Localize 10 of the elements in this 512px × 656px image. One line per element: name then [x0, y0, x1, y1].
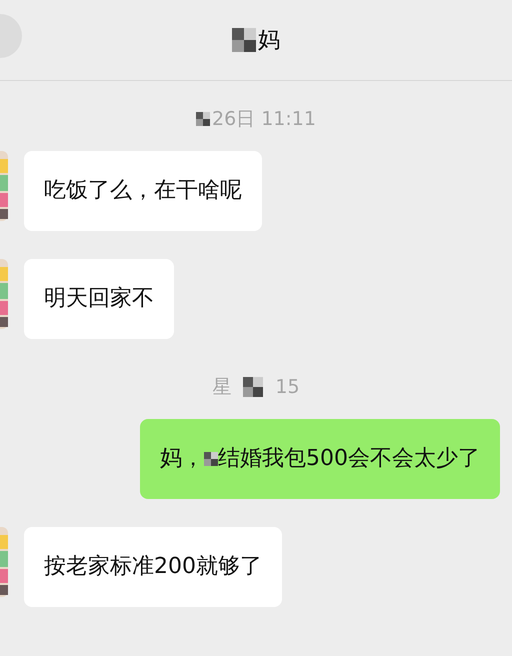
timestamp: 星 [212, 375, 232, 400]
message-bubble: 按老家标准200就够了 [24, 527, 282, 607]
message-bubble: 妈， 结婚我包500会不会太少了 [140, 419, 500, 499]
timestamp: 15 [275, 376, 300, 398]
censor-mosaic [232, 27, 256, 53]
chat-title: 妈 [258, 27, 280, 55]
timestamp: 26日 11:11 [212, 107, 316, 132]
message-bubble: 明天回家不 [24, 259, 174, 339]
censor-mosaic [196, 109, 210, 129]
message-bubble: 吃饭了么，在干啥呢 [24, 151, 262, 231]
